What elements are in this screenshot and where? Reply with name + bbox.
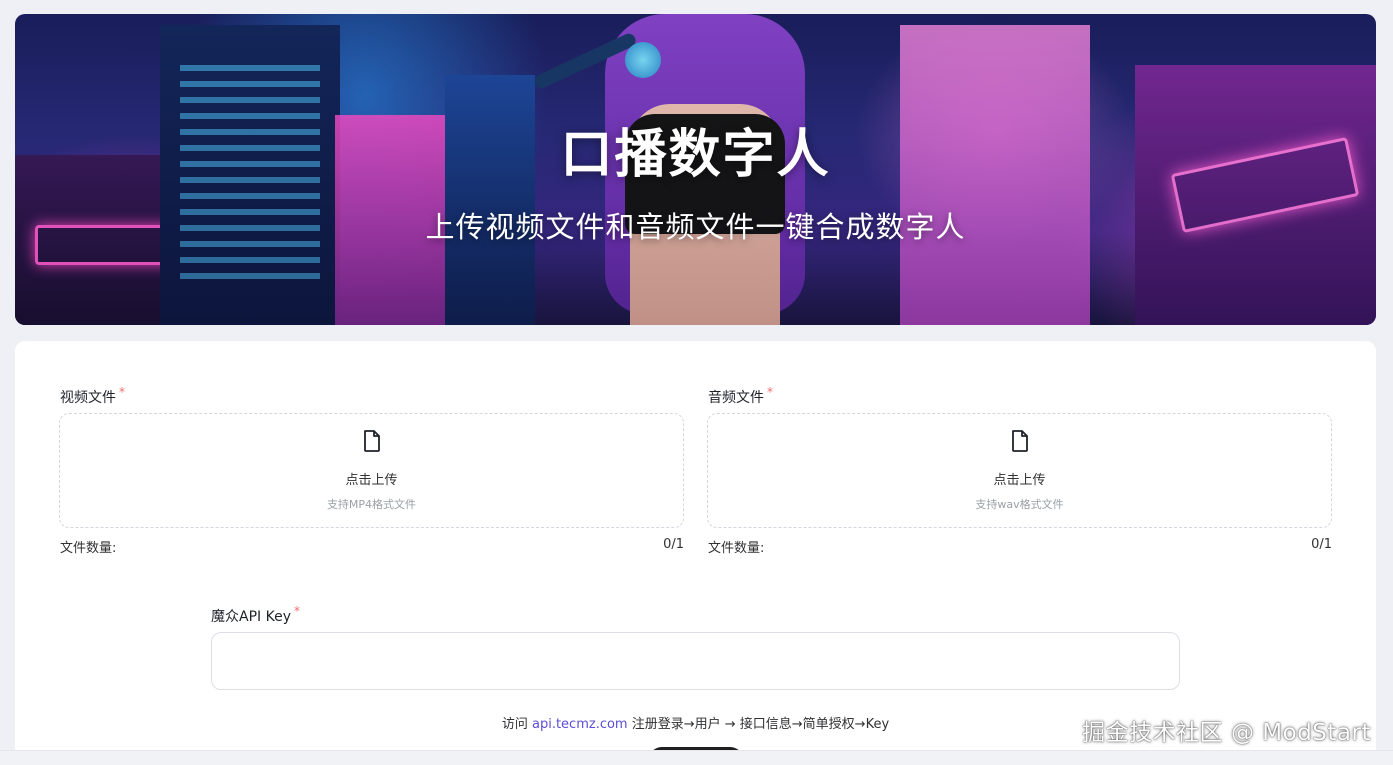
audio-file-label: 音频文件 * (708, 385, 773, 407)
audio-file-count: 0/1 (1311, 537, 1332, 552)
video-file-count: 0/1 (663, 537, 684, 552)
help-prefix: 访问 (501, 717, 528, 732)
upload-action-text: 点击上传 (345, 473, 398, 488)
form-card: 视频文件 * 点击上传 支持MP4格式文件 文件数量: 0/1 音频文件 * 点击上… (15, 341, 1376, 765)
file-icon (1012, 430, 1028, 452)
file-icon (364, 430, 380, 452)
watermark: 掘金技术社区 @ ModStart (1082, 720, 1371, 746)
required-mark: * (767, 385, 773, 399)
api-key-label-text: 魔众API Key (211, 609, 291, 625)
video-file-label: 视频文件 * (60, 385, 125, 407)
audio-file-count-label: 文件数量: (708, 541, 765, 556)
required-mark: * (119, 385, 125, 399)
video-file-count-label: 文件数量: (60, 541, 117, 556)
page-subtitle: 上传视频文件和音频文件一键合成数字人 (425, 210, 966, 244)
required-mark: * (293, 604, 300, 618)
video-file-label-text: 视频文件 (60, 390, 116, 406)
video-upload-dropzone[interactable]: 点击上传 支持MP4格式文件 (59, 413, 684, 528)
upload-action-text: 点击上传 (993, 473, 1046, 488)
page-title: 口播数字人 (560, 125, 831, 185)
audio-upload-dropzone[interactable]: 点击上传 支持wav格式文件 (707, 413, 1332, 528)
upload-format-hint: 支持wav格式文件 (975, 498, 1064, 511)
bottom-edge (0, 750, 1393, 765)
api-site-link[interactable]: api.tecmz.com (532, 717, 628, 732)
api-key-label: 魔众API Key * (211, 604, 300, 626)
audio-file-label-text: 音频文件 (708, 390, 764, 406)
help-steps: 注册登录→用户 → 接口信息→简单授权→Key (631, 717, 890, 732)
api-key-input[interactable] (211, 632, 1180, 690)
hero-banner: 口播数字人 上传视频文件和音频文件一键合成数字人 (15, 14, 1376, 325)
upload-format-hint: 支持MP4格式文件 (326, 498, 417, 511)
